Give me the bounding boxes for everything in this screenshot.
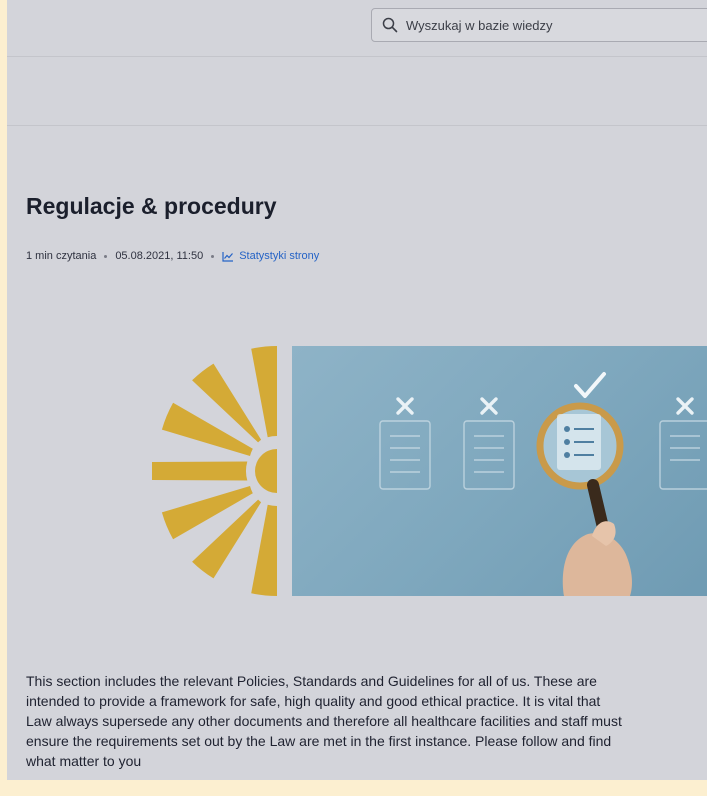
separator-dot <box>104 254 108 258</box>
cross-marks <box>396 397 694 415</box>
hand <box>562 533 632 596</box>
search-placeholder: Wyszukaj w bazie wiedzy <box>406 18 553 33</box>
sun-rays <box>152 346 277 596</box>
page-stats-link[interactable]: Statystyki strony <box>222 250 319 262</box>
read-time: 1 min czytania <box>26 250 97 262</box>
checklist-photo-illustration <box>379 372 707 596</box>
top-bar: Wyszukaj w bazie wiedzy <box>7 0 707 57</box>
sun-logo-graphic <box>152 346 277 596</box>
search-icon <box>382 17 398 33</box>
page-title: Regulacje & procedury <box>26 193 277 219</box>
page-meta: 1 min czytania 05.08.2021, 11:50 Statyst… <box>26 250 319 262</box>
paragraph-line: what matter to you <box>26 753 142 769</box>
paragraph-line: ensure the requirements set out by the L… <box>26 733 612 749</box>
intro-paragraph: This section includes the relevant Polic… <box>26 671 707 771</box>
magnifying-glass <box>536 402 624 542</box>
paragraph-line: Law always supersede any other documents… <box>26 713 622 729</box>
secondary-bar <box>7 57 707 126</box>
separator-dot <box>211 254 215 258</box>
app-screen: Wyszukaj w bazie wiedzy Regulacje & proc… <box>7 0 707 780</box>
paragraph-line: intended to provide a framework for safe… <box>26 693 601 709</box>
paragraph-line: This section includes the relevant Polic… <box>26 673 597 689</box>
check-mark <box>574 372 606 398</box>
line-chart-icon <box>222 251 234 262</box>
page-stats-label: Statystyki strony <box>239 250 320 262</box>
publish-date: 05.08.2021, 11:50 <box>115 250 204 262</box>
search-input[interactable]: Wyszukaj w bazie wiedzy <box>371 8 707 42</box>
hero-image <box>292 346 707 596</box>
